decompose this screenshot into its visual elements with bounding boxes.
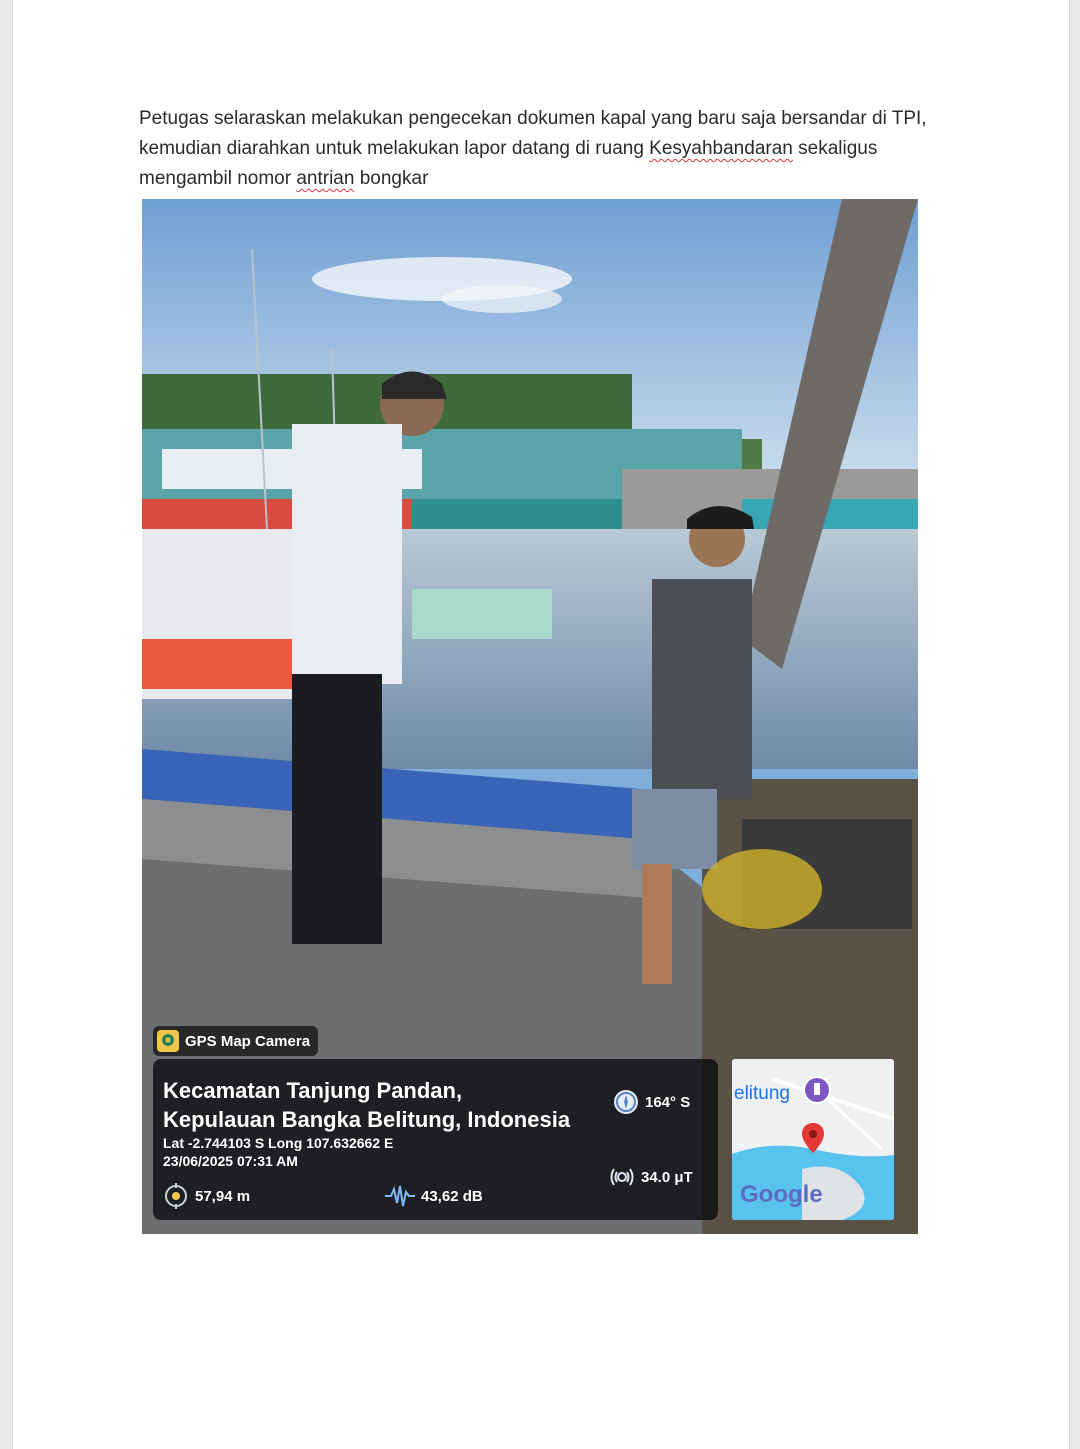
- altitude-value: 57,94 m: [195, 1187, 251, 1205]
- coordinates-text: Lat -2.744103 S Long 107.632662 E: [163, 1135, 394, 1151]
- altitude-metric: 57,94 m: [163, 1183, 250, 1209]
- misspelled-word[interactable]: antrian: [296, 168, 354, 189]
- sound-wave-icon: [385, 1185, 415, 1207]
- location-line-2: Kepulauan Bangka Belitung, Indonesia: [163, 1107, 571, 1132]
- compass-icon: [614, 1090, 638, 1114]
- landmark-icon: [803, 1076, 831, 1104]
- gps-map-camera-logo-icon: [157, 1030, 179, 1052]
- datetime-text: 23/06/2025 07:31 AM: [163, 1153, 298, 1169]
- magnetic-field-metric: 34.0 μT: [609, 1164, 693, 1190]
- magnetic-field-value: 34.0 μT: [641, 1168, 693, 1186]
- document-paragraph: Petugas selaraskan melakukan pengecekan …: [139, 104, 939, 194]
- paragraph-text: bongkar: [354, 168, 429, 189]
- coordinates-block: Lat -2.744103 S Long 107.632662 E 23/06/…: [163, 1134, 393, 1170]
- sound-level-value: 43,62 dB: [421, 1187, 483, 1205]
- map-pin-icon: [802, 1123, 824, 1153]
- heading-value: 164° S: [645, 1093, 691, 1111]
- location-address: Kecamatan Tanjung Pandan, Kepulauan Bang…: [163, 1076, 613, 1134]
- altitude-icon: [165, 1183, 187, 1209]
- google-logo-text: Google: [740, 1181, 823, 1208]
- gps-info-panel: Kecamatan Tanjung Pandan, Kepulauan Bang…: [153, 1059, 718, 1220]
- sound-level-metric: 43,62 dB: [385, 1183, 483, 1209]
- gps-app-name: GPS Map Camera: [185, 1032, 311, 1050]
- gps-app-badge: GPS Map Camera: [153, 1026, 319, 1056]
- map-place-label: elitung: [734, 1083, 790, 1104]
- misspelled-word[interactable]: Kesyahbandaran: [649, 138, 793, 159]
- heading-metric: 164° S: [613, 1089, 690, 1115]
- location-line-1: Kecamatan Tanjung Pandan,: [163, 1078, 463, 1103]
- map-thumbnail: elitung Google: [732, 1059, 894, 1220]
- google-logo: Google: [740, 1181, 823, 1209]
- magnetic-field-icon: [610, 1168, 634, 1186]
